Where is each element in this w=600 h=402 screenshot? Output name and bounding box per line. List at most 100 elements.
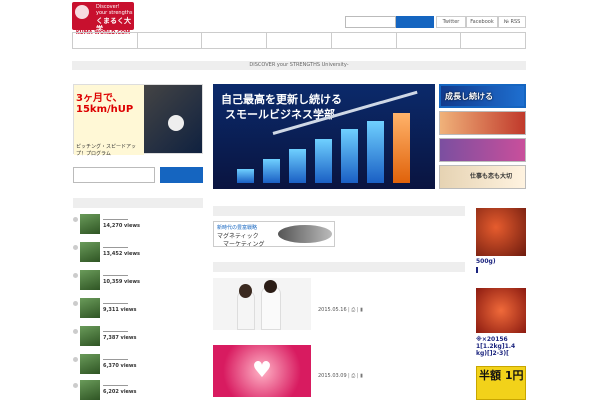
search-button[interactable]: [396, 16, 434, 28]
nav-item-6[interactable]: [397, 33, 462, 48]
nav-item-5[interactable]: [332, 33, 397, 48]
thumb-label: 仕事も恋も大切: [470, 173, 513, 180]
category-thumb-love[interactable]: 仕事も恋も大切: [439, 165, 526, 189]
logo-line-2: your strengths: [96, 10, 133, 16]
banner-title: 3ヶ月で、15km/hUP: [76, 93, 134, 115]
post-thumbnail[interactable]: [213, 278, 311, 330]
comment-icon[interactable]: ▮: [360, 307, 363, 313]
small-business-banner[interactable]: 自己最高を更新し続ける スモールビジネス学部: [213, 84, 435, 189]
heart-icon: ♥: [252, 358, 272, 383]
ad-text: 半額 1円: [479, 369, 524, 382]
site-logo[interactable]: Discover! your strengths くまるく大学: [72, 2, 134, 33]
comment-icon[interactable]: ▮: [360, 373, 363, 379]
ranking-header: [73, 198, 203, 208]
ad-caption[interactable]: ※×20156 1[1.2kg]1.4 kg)[]2-3)[: [476, 336, 526, 357]
ranking-item[interactable]: 6,370 views: [73, 354, 203, 376]
ranking-item[interactable]: 6,202 views: [73, 380, 203, 402]
growth-bar: [393, 113, 410, 183]
ranking-title[interactable]: [103, 275, 128, 276]
growth-bar: [341, 129, 358, 183]
growth-bar: [315, 139, 332, 183]
rss-icon: №: [503, 19, 509, 25]
mag-banner-line-3: マーケティング: [223, 241, 265, 248]
main-nav: [72, 32, 526, 49]
ranking-thumbnail[interactable]: [80, 298, 100, 318]
bullet-icon: [73, 217, 78, 222]
ranking-item[interactable]: 10,359 views: [73, 270, 203, 292]
ranking-item[interactable]: 14,270 views: [73, 214, 203, 236]
banner-headline-1: 自己最高を更新し続ける: [221, 93, 342, 106]
bullet-icon: [73, 245, 78, 250]
seafood-ad-image[interactable]: [476, 288, 526, 333]
pitcher-photo: [144, 85, 202, 153]
category-thumb-growth[interactable]: 成長し続ける: [439, 84, 526, 108]
post-meta: | ⎙ | ▮: [348, 373, 363, 379]
view-count: 13,452 views: [103, 251, 140, 257]
ranking-item[interactable]: 13,452 views: [73, 242, 203, 264]
twitter-link[interactable]: Twitter: [436, 16, 466, 28]
ranking-title[interactable]: [103, 303, 128, 304]
view-count: 6,202 views: [103, 389, 137, 395]
ranking-thumbnail[interactable]: [80, 270, 100, 290]
nav-item-7[interactable]: [461, 33, 525, 48]
pitching-program-banner[interactable]: 3ヶ月で、15km/hUP ピッチング・スピードアップ！プログラム: [73, 84, 203, 157]
ranking-title[interactable]: [103, 247, 128, 248]
ranking-thumbnail[interactable]: [80, 242, 100, 262]
site-tagline: DISCOVER your STRENGTHS University-: [72, 61, 526, 70]
ranking-item[interactable]: 7,387 views: [73, 326, 203, 348]
ranking-thumbnail[interactable]: [80, 354, 100, 374]
bullet-icon: [73, 301, 78, 306]
ad-cursor: [476, 267, 478, 273]
category-thumb-3[interactable]: [439, 138, 526, 162]
ranking-title[interactable]: [103, 385, 128, 386]
nav-item-2[interactable]: [138, 33, 203, 48]
view-count: 7,387 views: [103, 335, 137, 341]
bullet-icon: [73, 329, 78, 334]
ad-caption[interactable]: 500g): [476, 258, 526, 265]
ranking-thumbnail[interactable]: [80, 214, 100, 234]
person-head: [264, 280, 277, 293]
growth-bar: [263, 159, 280, 183]
rss-label: RSS: [510, 19, 521, 25]
magnet-icon: [278, 225, 332, 243]
baseball-icon: [168, 115, 184, 131]
nav-item-1[interactable]: [73, 33, 138, 48]
ranking-title[interactable]: [103, 219, 128, 220]
magnetic-marketing-banner[interactable]: 新時代の豊富戦略 マグネティック マーケティング: [213, 221, 335, 248]
bullet-icon: [73, 273, 78, 278]
ranking-item[interactable]: 9,311 views: [73, 298, 203, 320]
growth-bar: [289, 149, 306, 183]
half-price-ad[interactable]: 半額 1円: [476, 366, 526, 400]
bullet-icon: [73, 357, 78, 362]
thumb-label: 成長し続ける: [445, 92, 493, 101]
mag-banner-line-1: 新時代の豊富戦略: [217, 225, 258, 231]
view-count: 6,370 views: [103, 363, 137, 369]
banner-subtitle: ピッチング・スピードアップ！プログラム: [76, 144, 137, 157]
ranking-thumbnail[interactable]: [80, 326, 100, 346]
banner-text-panel: 3ヶ月で、15km/hUP ピッチング・スピードアップ！プログラム: [74, 85, 144, 157]
sidebar-search-input[interactable]: [73, 167, 155, 183]
growth-bar: [367, 121, 384, 183]
section-header: [213, 262, 465, 272]
ranking-title[interactable]: [103, 331, 128, 332]
view-count: 14,270 views: [103, 223, 140, 229]
search-input[interactable]: [345, 16, 396, 28]
sidebar-search-button[interactable]: [160, 167, 203, 183]
person-head: [239, 284, 252, 298]
ranking-title[interactable]: [103, 359, 128, 360]
category-thumb-2[interactable]: [439, 111, 526, 135]
bullet-icon: [73, 383, 78, 388]
rss-link[interactable]: № RSS: [498, 16, 526, 28]
growth-bar: [237, 169, 254, 183]
flower-icon: [75, 5, 89, 19]
post-thumbnail[interactable]: ♥: [213, 345, 311, 397]
facebook-link[interactable]: Facebook: [466, 16, 498, 28]
section-header: [213, 206, 465, 216]
ranking-thumbnail[interactable]: [80, 380, 100, 400]
post-date: 2015.05.16: [318, 307, 347, 313]
nav-item-4[interactable]: [267, 33, 332, 48]
crab-ad-image[interactable]: [476, 208, 526, 256]
nav-item-3[interactable]: [202, 33, 268, 48]
view-count: 9,311 views: [103, 307, 137, 313]
view-count: 10,359 views: [103, 279, 140, 285]
